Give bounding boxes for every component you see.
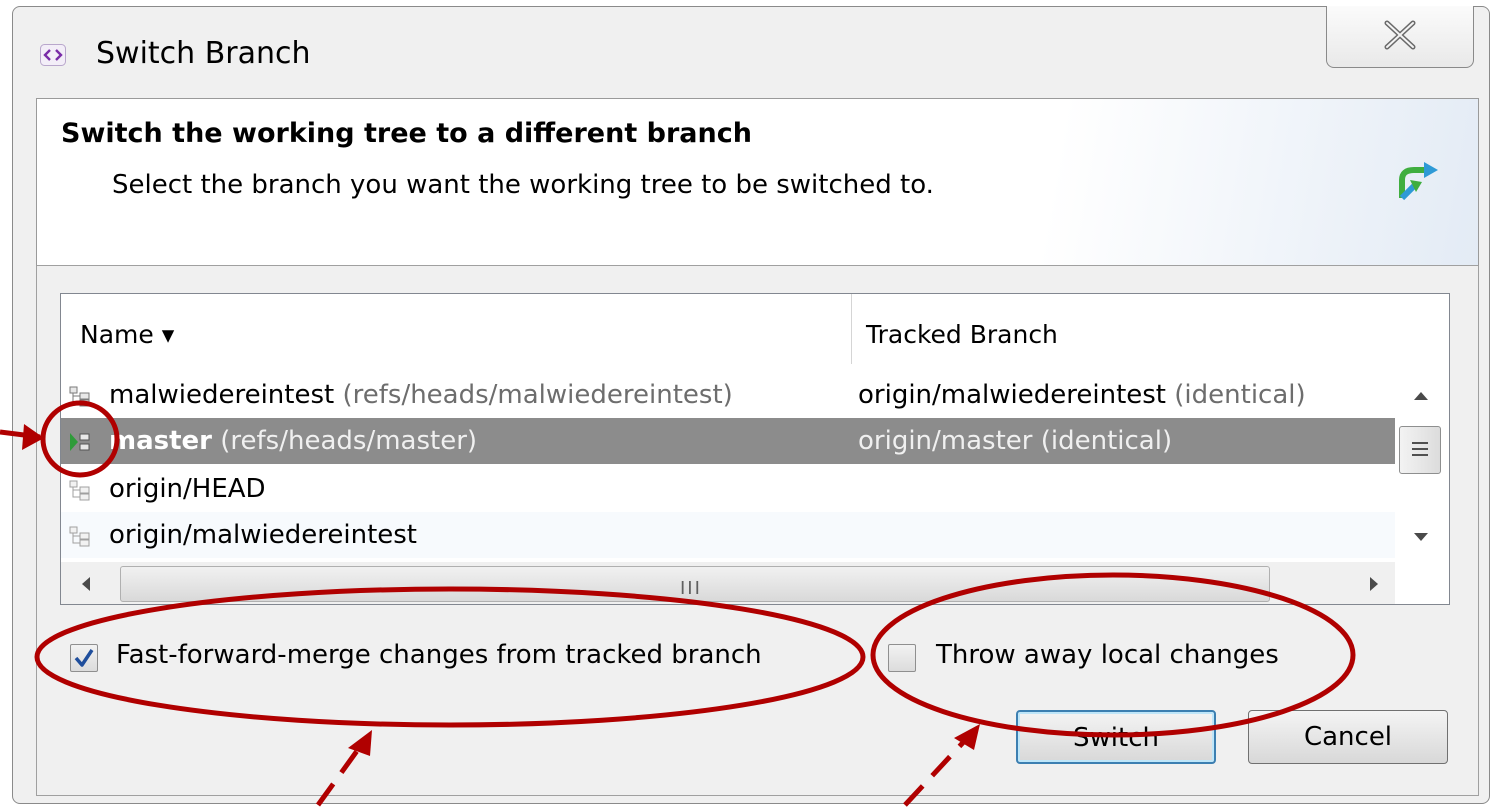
branch-name: master (refs/heads/master) xyxy=(109,426,478,456)
eclipse-brackets-icon xyxy=(40,44,66,66)
branch-name: malwiedereintest (refs/heads/malwiederei… xyxy=(109,380,733,410)
column-header-tracked-branch[interactable]: Tracked Branch xyxy=(866,320,1058,349)
branch-name: origin/malwiedereintest xyxy=(109,520,418,550)
table-header xyxy=(61,294,1395,364)
cancel-button[interactable]: Cancel xyxy=(1248,710,1448,764)
vertical-scroll-thumb[interactable] xyxy=(1399,426,1441,474)
table-row[interactable]: origin/HEAD xyxy=(61,466,1395,512)
banner-title: Switch the working tree to a different b… xyxy=(61,118,752,149)
tracked-branch: origin/malwiedereintest (identical) xyxy=(858,380,1306,410)
table-row[interactable]: malwiedereintest (refs/heads/malwiederei… xyxy=(61,372,1395,418)
switch-button[interactable]: Switch xyxy=(1016,710,1216,764)
banner-description: Select the branch you want the working t… xyxy=(112,170,934,200)
column-separator[interactable] xyxy=(851,294,852,364)
branch-switch-icon xyxy=(1399,162,1438,201)
tracked-branch: origin/master (identical) xyxy=(858,426,1173,456)
branch-icon xyxy=(69,386,90,407)
remote-branch-icon xyxy=(69,526,90,547)
scroll-up-arrow[interactable] xyxy=(1414,392,1428,400)
fast-forward-checkbox[interactable] xyxy=(70,644,98,672)
throw-away-label[interactable]: Throw away local changes xyxy=(936,640,1279,670)
scroll-left-arrow[interactable] xyxy=(82,577,90,591)
table-row[interactable]: origin/malwiedereintest xyxy=(61,512,1395,558)
grip-lines-icon xyxy=(1412,442,1428,456)
remote-branch-icon xyxy=(69,480,90,501)
close-icon xyxy=(1384,20,1416,50)
checked-out-branch-icon xyxy=(70,433,90,451)
close-button[interactable] xyxy=(1326,6,1474,68)
scroll-right-arrow[interactable] xyxy=(1370,577,1378,591)
table-row-selected[interactable]: master (refs/heads/master) origin/master… xyxy=(61,418,1395,464)
scroll-down-arrow[interactable] xyxy=(1414,533,1428,541)
fast-forward-label[interactable]: Fast-forward-merge changes from tracked … xyxy=(116,640,762,670)
throw-away-checkbox[interactable] xyxy=(888,644,916,672)
column-header-name[interactable]: Name ▾ xyxy=(80,320,174,349)
scroll-grip: III xyxy=(680,578,702,599)
branch-name: origin/HEAD xyxy=(109,474,266,504)
dialog-title: Switch Branch xyxy=(96,36,311,71)
check-mark-icon xyxy=(74,649,94,667)
